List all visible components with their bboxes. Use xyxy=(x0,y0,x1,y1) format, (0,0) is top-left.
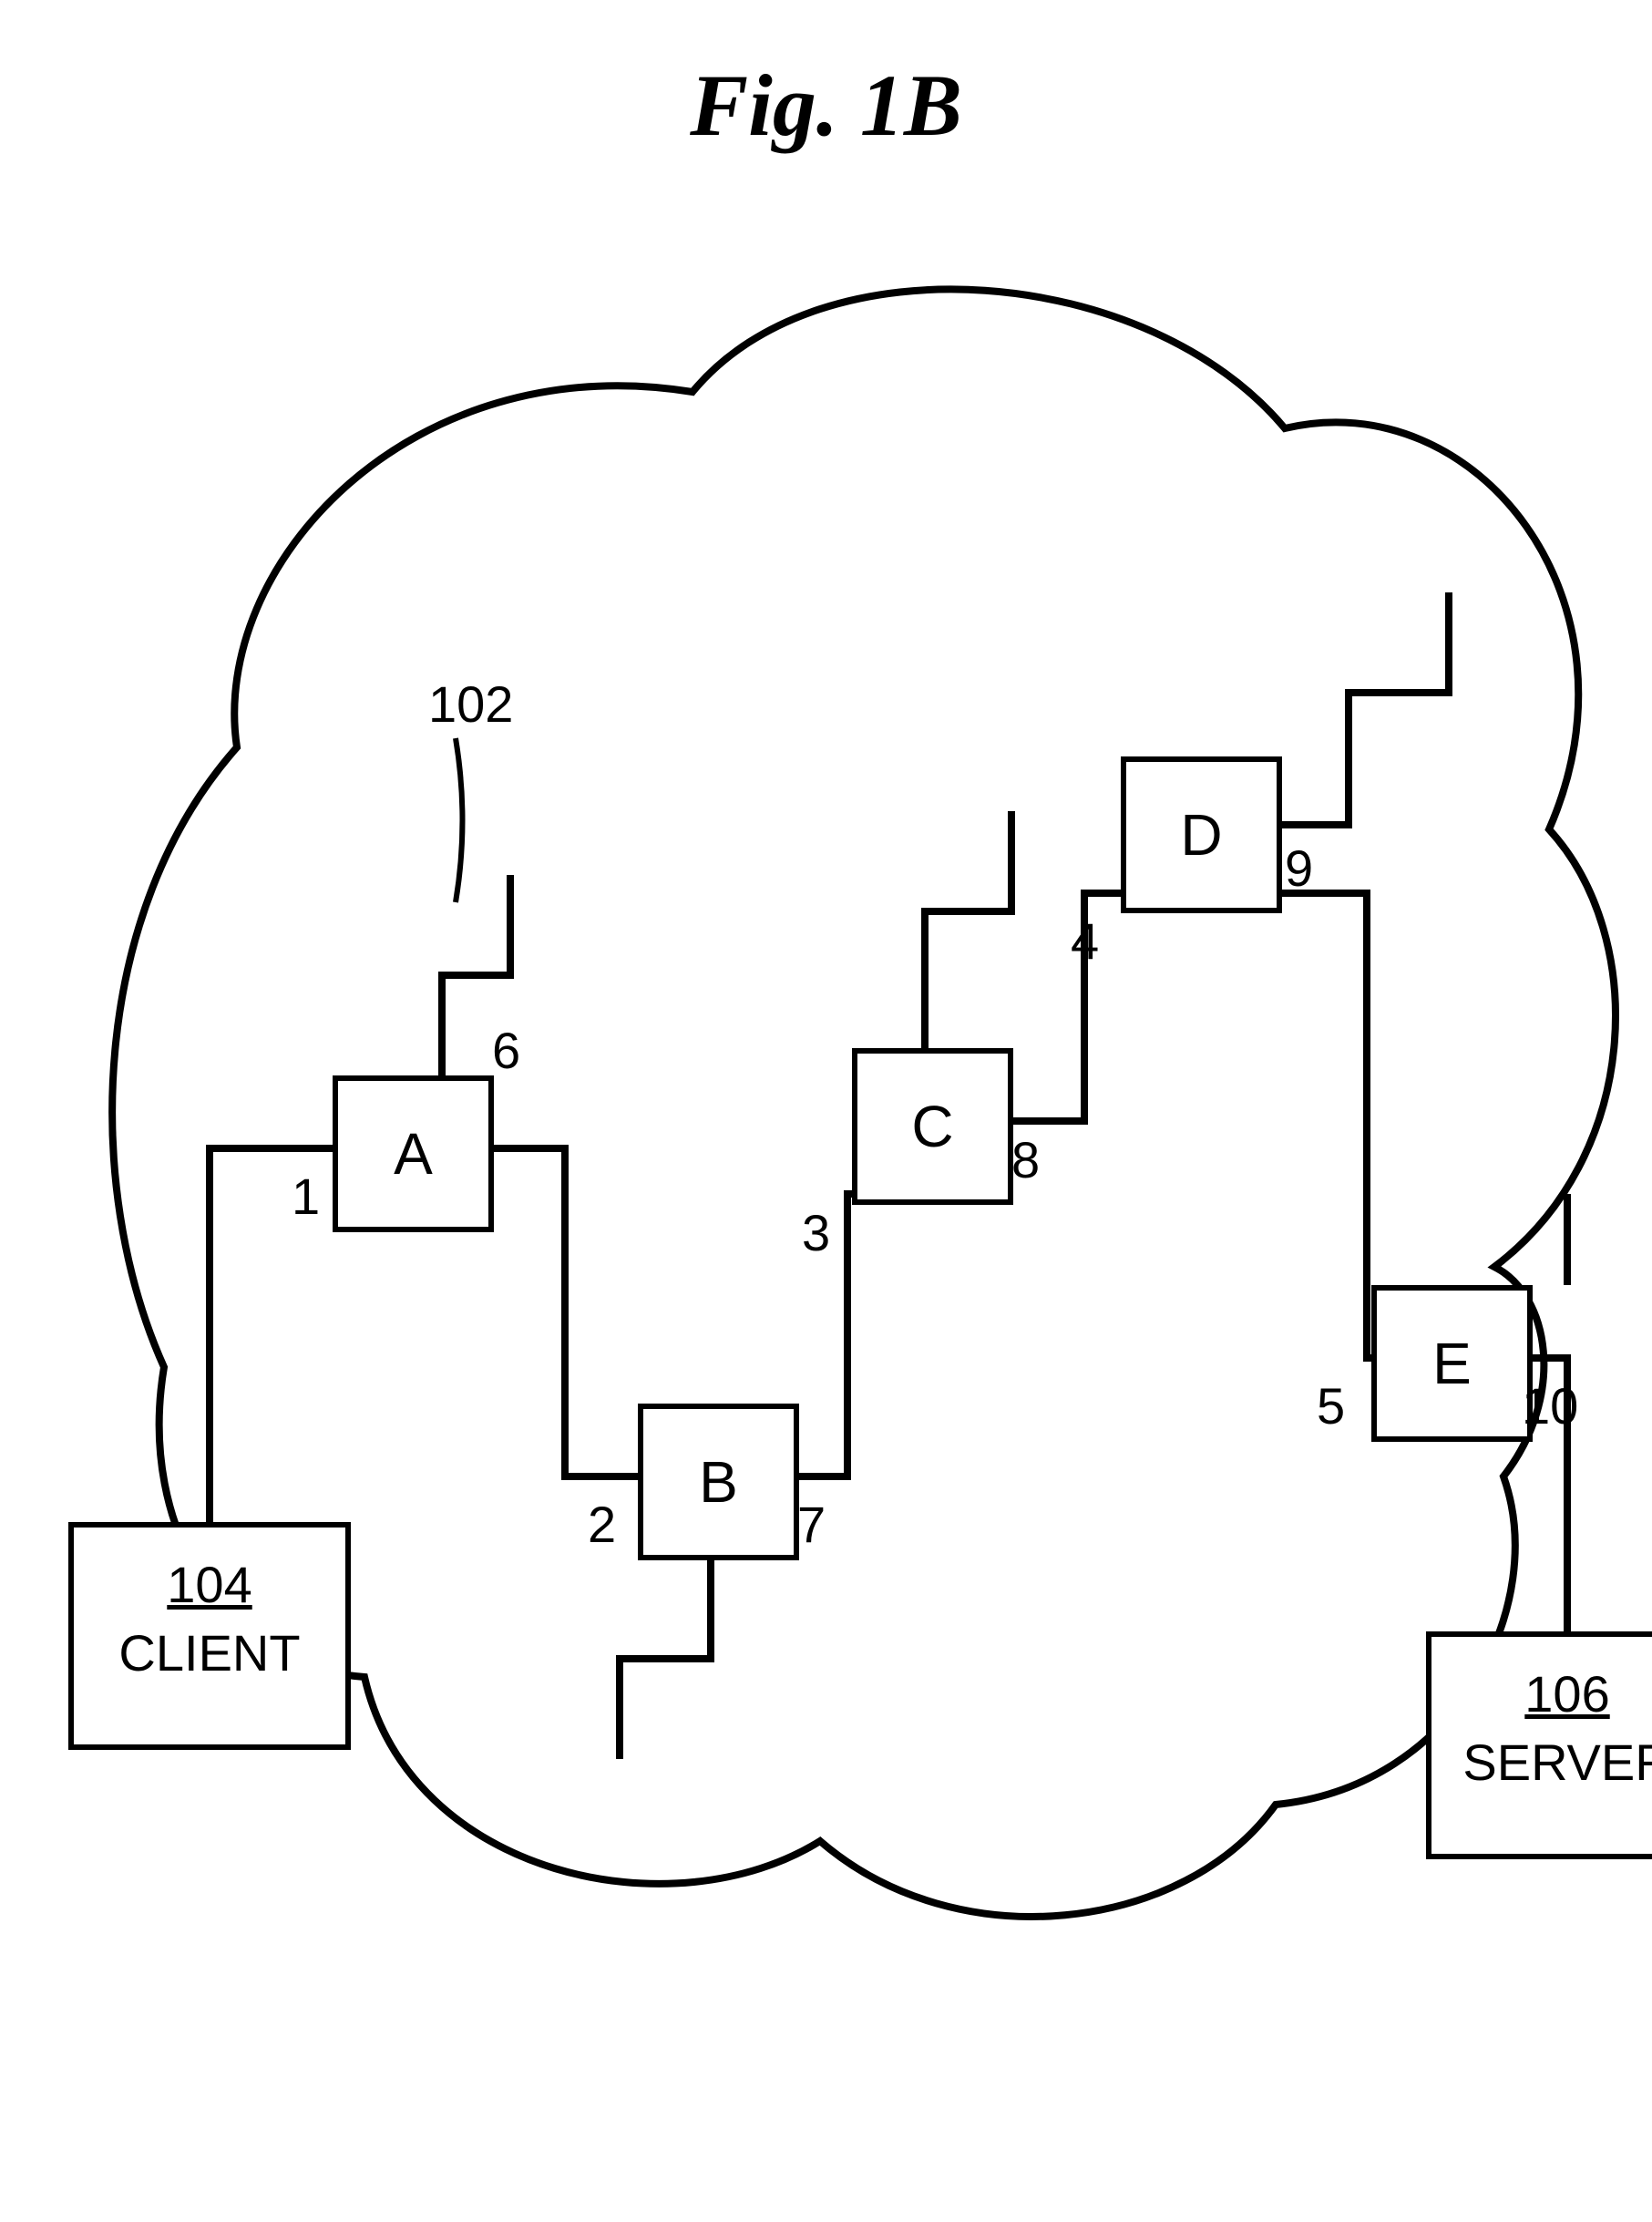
link-c-d xyxy=(1002,893,1121,1121)
port-8: 8 xyxy=(1011,1130,1040,1189)
port-7: 7 xyxy=(797,1495,826,1554)
port-5: 5 xyxy=(1317,1376,1345,1435)
port-2: 2 xyxy=(588,1495,616,1554)
node-d: D xyxy=(1121,756,1282,913)
port-9: 9 xyxy=(1285,838,1313,898)
port-4: 4 xyxy=(1071,911,1099,971)
node-a: A xyxy=(333,1075,494,1232)
port-10: 10 xyxy=(1522,1376,1578,1435)
node-c: C xyxy=(852,1048,1013,1205)
client-ref: 104 xyxy=(74,1555,345,1614)
port-3: 3 xyxy=(802,1203,830,1262)
link-c-top xyxy=(925,811,1011,1048)
client-label: CLIENT xyxy=(118,1624,300,1682)
server-label: SERVER xyxy=(1462,1733,1652,1791)
link-d-e xyxy=(1271,893,1371,1358)
server-box: 106 SERVER xyxy=(1426,1631,1652,1859)
node-e: E xyxy=(1371,1285,1533,1442)
link-a-b xyxy=(483,1148,638,1476)
cloud-ref: 102 xyxy=(428,674,513,734)
cloud-leader xyxy=(456,738,463,902)
port-1: 1 xyxy=(292,1167,320,1226)
port-6: 6 xyxy=(492,1021,520,1080)
link-d-top xyxy=(1271,592,1449,825)
server-ref: 106 xyxy=(1431,1664,1652,1723)
link-b-bottom xyxy=(620,1549,711,1759)
client-box: 104 CLIENT xyxy=(68,1522,351,1750)
node-b: B xyxy=(638,1404,799,1560)
